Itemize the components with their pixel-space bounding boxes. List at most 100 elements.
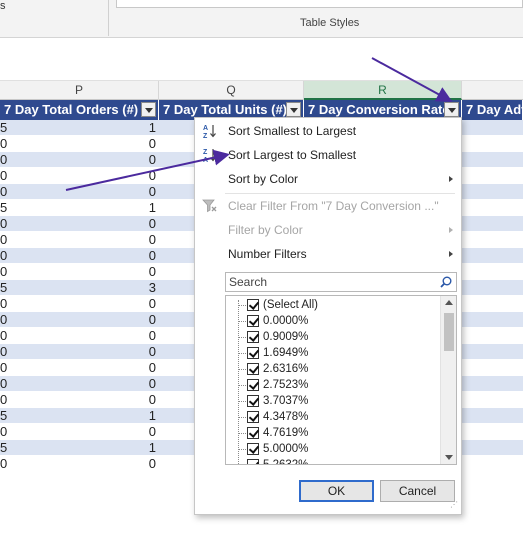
filter-dropdown-button[interactable] bbox=[444, 102, 459, 117]
resize-grip-icon[interactable]: ⋰ bbox=[450, 501, 458, 511]
column-header-p[interactable]: P bbox=[0, 81, 159, 100]
cell-col-o[interactable]: 0 bbox=[0, 360, 10, 376]
tree-branch bbox=[238, 337, 246, 338]
checkbox-checked-icon[interactable] bbox=[247, 347, 259, 359]
cell-col-o[interactable]: 0 bbox=[0, 456, 10, 472]
svg-text:Z: Z bbox=[203, 133, 208, 139]
svg-text:A: A bbox=[203, 157, 208, 163]
ok-button[interactable]: OK bbox=[299, 480, 374, 502]
menu-item-label: Sort Largest to Smallest bbox=[228, 148, 357, 162]
cell-total-orders[interactable]: 0 bbox=[10, 392, 159, 408]
checkbox-checked-icon[interactable] bbox=[247, 315, 259, 327]
ribbon-truncated-text: s bbox=[0, 0, 6, 12]
checkbox-checked-icon[interactable] bbox=[247, 443, 259, 455]
cell-col-o[interactable]: 0 bbox=[0, 232, 10, 248]
cell-total-orders[interactable]: 0 bbox=[10, 136, 159, 152]
cell-total-orders[interactable]: 0 bbox=[10, 152, 159, 168]
cell-col-o[interactable]: 5 bbox=[0, 120, 10, 136]
svg-text:Z: Z bbox=[203, 149, 208, 156]
cell-col-o[interactable]: 0 bbox=[0, 136, 10, 152]
cell-total-orders[interactable]: 3 bbox=[10, 280, 159, 296]
cell-total-orders[interactable]: 0 bbox=[10, 264, 159, 280]
cell-total-orders[interactable]: 0 bbox=[10, 376, 159, 392]
cell-total-orders[interactable]: 0 bbox=[10, 360, 159, 376]
scroll-down-icon[interactable] bbox=[445, 455, 453, 460]
header-label: 7 Day Total Orders (#) bbox=[4, 102, 139, 117]
checkbox-checked-icon[interactable] bbox=[247, 395, 259, 407]
cell-total-orders[interactable]: 0 bbox=[10, 248, 159, 264]
cell-col-o[interactable]: 0 bbox=[0, 168, 10, 184]
column-header-q[interactable]: Q bbox=[159, 81, 304, 100]
svg-text:A: A bbox=[203, 125, 208, 132]
tree-branch bbox=[238, 353, 246, 354]
cell-col-o[interactable]: 0 bbox=[0, 424, 10, 440]
checkbox-checked-icon[interactable] bbox=[247, 379, 259, 391]
cell-col-o[interactable]: 0 bbox=[0, 184, 10, 200]
header-cell-adv[interactable]: 7 Day Adv bbox=[462, 100, 523, 120]
submenu-arrow-icon bbox=[449, 251, 453, 257]
list-scrollbar[interactable] bbox=[440, 296, 456, 464]
tree-branch bbox=[238, 305, 246, 306]
cell-total-orders[interactable]: 0 bbox=[10, 424, 159, 440]
filter-by-color-item[interactable]: Filter by Color bbox=[195, 219, 461, 241]
cell-total-orders[interactable]: 0 bbox=[10, 328, 159, 344]
sort-ascending-item[interactable]: AZ Sort Smallest to Largest bbox=[195, 120, 461, 142]
number-filters-item[interactable]: Number Filters bbox=[195, 243, 461, 265]
cell-col-o[interactable]: 0 bbox=[0, 392, 10, 408]
filter-value-label: 1.6949% bbox=[263, 347, 309, 359]
filter-search-box[interactable] bbox=[225, 272, 457, 292]
cell-col-o[interactable]: 0 bbox=[0, 312, 10, 328]
checkbox-checked-icon[interactable] bbox=[247, 299, 259, 311]
cell-total-orders[interactable]: 1 bbox=[10, 120, 159, 136]
cell-total-orders[interactable]: 0 bbox=[10, 216, 159, 232]
filter-value-label: 4.3478% bbox=[263, 411, 309, 423]
cell-col-o[interactable]: 0 bbox=[0, 328, 10, 344]
sort-descending-item[interactable]: ZA Sort Largest to Smallest bbox=[195, 144, 461, 166]
cell-col-o[interactable]: 5 bbox=[0, 440, 10, 456]
cell-total-orders[interactable]: 0 bbox=[10, 312, 159, 328]
cell-total-orders[interactable]: 0 bbox=[10, 296, 159, 312]
tree-branch bbox=[238, 433, 246, 434]
checkbox-checked-icon[interactable] bbox=[247, 427, 259, 439]
checkbox-checked-icon[interactable] bbox=[247, 411, 259, 423]
cell-col-o[interactable]: 5 bbox=[0, 200, 10, 216]
tree-branch bbox=[238, 449, 246, 450]
cell-col-o[interactable]: 0 bbox=[0, 344, 10, 360]
cell-col-o[interactable]: 0 bbox=[0, 248, 10, 264]
filter-value-label: 0.9009% bbox=[263, 331, 309, 343]
cell-total-orders[interactable]: 0 bbox=[10, 456, 159, 472]
cell-col-o[interactable]: 0 bbox=[0, 376, 10, 392]
filter-value-label: 0.0000% bbox=[263, 315, 309, 327]
clear-filter-item[interactable]: Clear Filter From "7 Day Conversion ..." bbox=[195, 195, 461, 217]
cell-col-o[interactable]: 0 bbox=[0, 264, 10, 280]
tree-line bbox=[238, 300, 239, 464]
cell-total-orders[interactable]: 0 bbox=[10, 168, 159, 184]
cell-total-orders[interactable]: 0 bbox=[10, 344, 159, 360]
menu-item-label: Number Filters bbox=[228, 247, 307, 261]
filter-value-label: 4.7619% bbox=[263, 427, 309, 439]
cancel-button[interactable]: Cancel bbox=[380, 480, 455, 502]
header-cell-total-orders[interactable]: 7 Day Total Orders (#) bbox=[0, 100, 159, 120]
filter-dropdown-button[interactable] bbox=[141, 102, 156, 117]
cell-col-o[interactable]: 5 bbox=[0, 280, 10, 296]
cell-total-orders[interactable]: 0 bbox=[10, 184, 159, 200]
column-header-r[interactable]: R bbox=[304, 81, 462, 100]
scroll-thumb[interactable] bbox=[444, 313, 454, 351]
table-styles-gallery[interactable] bbox=[116, 0, 523, 8]
search-input[interactable] bbox=[226, 273, 431, 291]
cell-col-o[interactable]: 5 bbox=[0, 408, 10, 424]
cell-col-o[interactable]: 0 bbox=[0, 216, 10, 232]
cell-total-orders[interactable]: 1 bbox=[10, 408, 159, 424]
cell-total-orders[interactable]: 1 bbox=[10, 200, 159, 216]
checkbox-checked-icon[interactable] bbox=[247, 459, 259, 464]
filter-dropdown-button[interactable] bbox=[286, 102, 301, 117]
cell-col-o[interactable]: 0 bbox=[0, 296, 10, 312]
sort-by-color-item[interactable]: Sort by Color bbox=[195, 168, 461, 190]
checkbox-checked-icon[interactable] bbox=[247, 331, 259, 343]
cell-col-o[interactable]: 0 bbox=[0, 152, 10, 168]
checkbox-checked-icon[interactable] bbox=[247, 363, 259, 375]
cell-total-orders[interactable]: 1 bbox=[10, 440, 159, 456]
scroll-up-icon[interactable] bbox=[445, 300, 453, 305]
cell-total-orders[interactable]: 0 bbox=[10, 232, 159, 248]
filter-values-list[interactable]: (Select All) 0.0000% 0.9009% 1.6949% 2.6316%… bbox=[225, 295, 457, 465]
